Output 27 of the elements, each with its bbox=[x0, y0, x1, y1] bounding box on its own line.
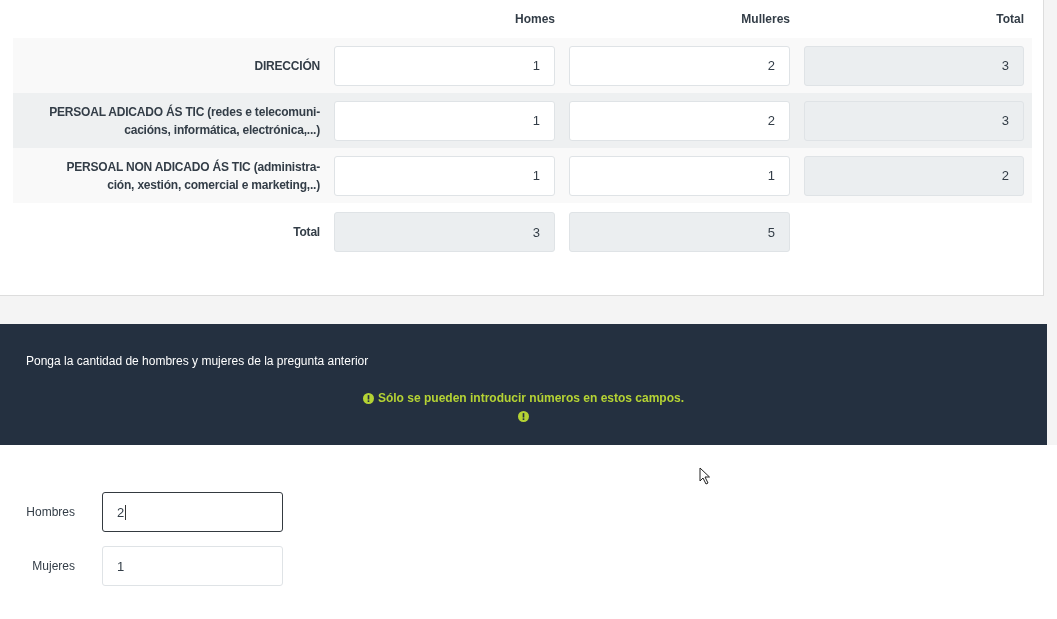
column-header: Homes bbox=[514, 12, 555, 26]
warning-message: Sólo se pueden introducir números en estos campos. bbox=[377, 391, 685, 405]
number-field[interactable]: 1 bbox=[334, 45, 555, 86]
row-label: Total bbox=[292, 224, 320, 241]
number-field[interactable]: 1 bbox=[334, 155, 555, 196]
row-label: DIRECCIÓN bbox=[253, 57, 320, 75]
warning-icon bbox=[362, 392, 374, 404]
number-field: 2 bbox=[804, 155, 1024, 196]
number-field[interactable]: 2 bbox=[569, 100, 790, 141]
field-label: Mujeres bbox=[31, 559, 75, 573]
number-field[interactable]: 1 bbox=[569, 155, 790, 196]
total-field: 3 bbox=[334, 212, 555, 252]
question-text: Ponga la cantidad de hombres y mujeres de la pregunta anterior bbox=[26, 354, 370, 368]
input-field[interactable]: 2 bbox=[102, 492, 283, 532]
number-field[interactable]: 2 bbox=[569, 45, 790, 86]
input-field[interactable]: 1 bbox=[102, 546, 283, 586]
number-field: 3 bbox=[804, 100, 1024, 141]
number-field[interactable]: 1 bbox=[334, 100, 555, 141]
field-label: Hombres bbox=[25, 505, 75, 519]
row-label: PERSOAL NON ADICADO ÁS TIC (administra- ción, xestión, comercial e marketing,..) bbox=[65, 158, 320, 194]
total-field: 5 bbox=[569, 212, 790, 252]
row-label: PERSOAL ADICADO ÁS TIC (redes e telecomuni- cacións, informática, electrónica,...) bbox=[48, 103, 320, 139]
pointer-cursor-icon bbox=[699, 467, 711, 485]
number-field: 3 bbox=[804, 45, 1024, 86]
column-header: Mulleres bbox=[740, 12, 790, 26]
column-header: Total bbox=[995, 12, 1024, 26]
warning-icon bbox=[518, 411, 529, 422]
